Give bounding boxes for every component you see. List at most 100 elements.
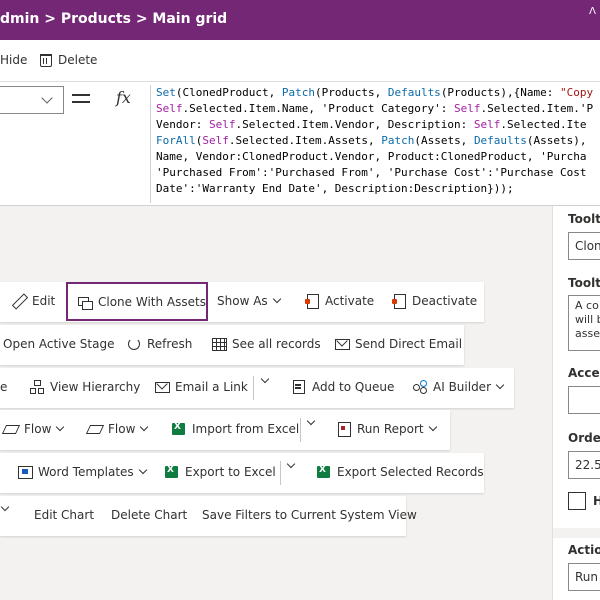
fx-icon[interactable]: fx — [116, 88, 131, 107]
view-hierarchy-label: View Hierarchy — [50, 380, 141, 394]
separator — [300, 418, 301, 442]
show-as-label: Show As — [217, 294, 268, 308]
hide-label: Hide — [0, 53, 28, 67]
formula-line: ForAll(Self.Selected.Item.Assets, Patch(… — [156, 134, 587, 147]
breadcrumb: dmin > Products > Main grid — [0, 11, 228, 27]
delete-chart-button[interactable]: Delete Chart — [111, 508, 187, 522]
command-strip-2: Open Active Stage Refresh See all record… — [0, 325, 464, 365]
truncated-button[interactable]: e — [0, 380, 7, 394]
edit-chart-button[interactable]: Edit Chart — [34, 508, 94, 522]
tooltip-input[interactable]: Clon — [568, 232, 600, 260]
formula-line: Set(ClonedProduct, Patch(Products, Defau… — [156, 86, 594, 99]
clone-with-assets-button[interactable]: Clone With Assets — [66, 282, 208, 321]
ai-builder-label: AI Builder — [433, 380, 492, 394]
formula-bar: fx Set(ClonedProduct, Patch(Products, De… — [0, 82, 600, 206]
add-to-queue-button[interactable]: Add to Queue — [292, 380, 394, 394]
properties-panel: Tooltip Clon Tooltip A co will b asse Ac… — [552, 206, 600, 600]
more-menu-button[interactable] — [0, 502, 10, 512]
email-a-link-menu-button[interactable] — [260, 374, 270, 384]
order-label: Order — [568, 431, 600, 445]
export-to-excel-button[interactable]: Export to Excel — [165, 465, 276, 479]
see-all-records-button[interactable]: See all records — [212, 337, 321, 351]
clone-icon — [78, 295, 93, 310]
chevron-down-icon — [428, 422, 437, 432]
flow-button-1[interactable]: Flow — [4, 422, 65, 436]
ai-builder-icon — [413, 380, 427, 394]
report-icon — [337, 422, 351, 437]
delete-button[interactable]: Delete — [40, 53, 97, 67]
action-value: Run — [575, 570, 599, 584]
deactivate-icon — [392, 294, 406, 309]
tooltip-value: Clon — [575, 239, 600, 253]
order-input[interactable]: 22.5 — [568, 451, 600, 479]
formula-line: Date':'Warranty End Date', Description:D… — [156, 182, 514, 195]
formula-line: Self.Selected.Item.Name, 'Product Catego… — [156, 102, 594, 115]
word-templates-label: Word Templates — [38, 465, 134, 479]
delete-label: Delete — [58, 53, 98, 67]
edit-label: Edit — [32, 294, 56, 308]
command-strip-1: Edit Clone With Assets Show As Activate … — [0, 282, 484, 322]
ai-builder-button[interactable]: AI Builder — [413, 380, 505, 394]
activate-label: Activate — [325, 294, 375, 308]
formula-editor[interactable]: Set(ClonedProduct, Patch(Products, Defau… — [150, 85, 600, 203]
access-key-label: Acces — [568, 366, 600, 380]
chevron-down-icon — [140, 422, 149, 432]
view-hierarchy-button[interactable]: View Hierarchy — [30, 380, 140, 394]
save-filters-button[interactable]: Save Filters to Current System View — [202, 508, 417, 522]
flow-icon — [4, 422, 18, 436]
email-a-link-button[interactable]: Email a Link — [155, 380, 248, 394]
export-selected-records-button[interactable]: Export Selected Records — [317, 465, 484, 479]
action-input[interactable]: Run — [568, 563, 600, 591]
open-active-stage-label: Open Active Stage — [3, 337, 115, 351]
export-menu-button[interactable] — [286, 459, 296, 469]
flow-icon — [88, 422, 102, 436]
import-menu-button[interactable] — [306, 416, 316, 426]
run-report-label: Run Report — [357, 422, 424, 436]
chevron-down-icon — [0, 502, 10, 512]
run-report-button[interactable]: Run Report — [337, 422, 437, 437]
flow-label: Flow — [108, 422, 136, 436]
chevron-down-icon — [495, 380, 505, 390]
access-key-input[interactable] — [568, 386, 600, 414]
hidden-checkbox[interactable] — [568, 492, 586, 510]
send-direct-email-button[interactable]: Send Direct Email — [335, 337, 462, 351]
action-label: Action — [568, 543, 600, 557]
import-from-excel-button[interactable]: Import from Excel — [172, 422, 299, 436]
refresh-button[interactable]: Refresh — [127, 337, 192, 351]
edit-button[interactable]: Edit — [12, 294, 55, 308]
open-active-stage-button[interactable]: Open Active Stage — [3, 337, 114, 351]
show-as-button[interactable]: Show As — [217, 294, 281, 308]
activate-button[interactable]: Activate — [305, 294, 375, 309]
trash-icon — [40, 53, 52, 67]
truncated-label: e — [0, 380, 8, 394]
command-strip-3: e View Hierarchy Email a Link Add to Que… — [0, 368, 514, 408]
separator — [280, 461, 281, 485]
equals-icon — [72, 94, 90, 103]
queue-icon — [292, 380, 306, 394]
add-to-queue-label: Add to Queue — [312, 380, 395, 394]
tooltip-textarea[interactable]: A co will b asse — [568, 295, 600, 351]
email-a-link-label: Email a Link — [175, 380, 248, 394]
chevron-down-icon — [56, 422, 65, 432]
chevron-down-icon — [41, 92, 53, 104]
formula-line: Name, Vendor:ClonedProduct.Vendor, Produ… — [156, 150, 587, 163]
deactivate-button[interactable]: Deactivate — [392, 294, 477, 309]
refresh-label: Refresh — [147, 337, 193, 351]
word-templates-button[interactable]: Word Templates — [18, 465, 147, 479]
tooltip-label: Tooltip — [568, 212, 600, 226]
chevron-down-icon — [306, 416, 316, 426]
command-strip-5: Word Templates Export to Excel Export Se… — [0, 453, 484, 493]
order-value: 22.5 — [575, 458, 600, 472]
grid-icon — [212, 337, 227, 351]
command-bar: Hide Delete — [0, 40, 600, 82]
command-strip-4: Flow Flow Import from Excel Run Report — [0, 410, 450, 450]
send-direct-email-label: Send Direct Email — [355, 337, 463, 351]
clone-with-assets-content: Clone With Assets — [78, 295, 206, 310]
chevron-down-icon — [286, 459, 296, 469]
formula-line: Vendor: Self.Selected.Item.Vendor, Descr… — [156, 118, 587, 131]
hide-button[interactable]: Hide — [0, 53, 27, 67]
export-to-excel-label: Export to Excel — [185, 465, 276, 479]
property-dropdown[interactable] — [0, 86, 64, 114]
see-all-records-label: See all records — [232, 337, 321, 351]
flow-button-2[interactable]: Flow — [88, 422, 149, 436]
